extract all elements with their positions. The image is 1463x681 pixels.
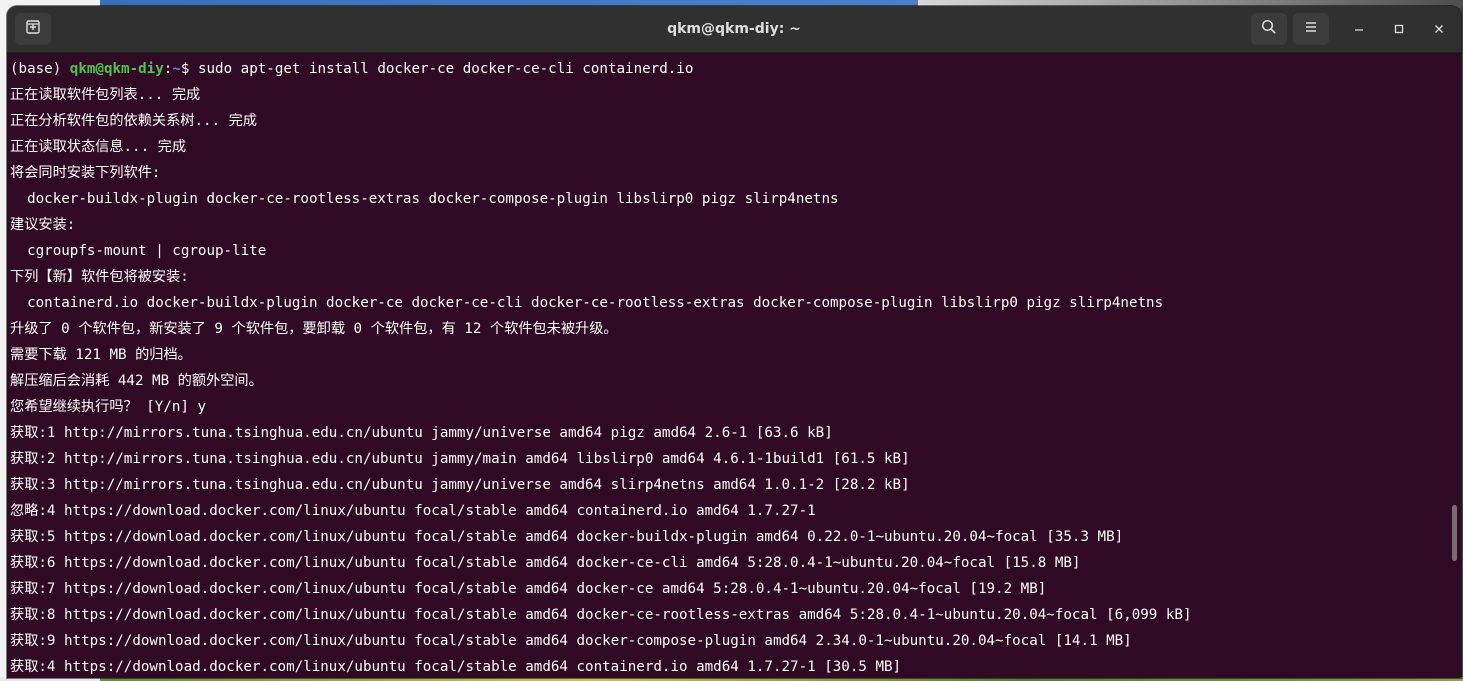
output-line: containerd.io docker-buildx-plugin docke… [10, 295, 1164, 311]
maximize-icon [1393, 20, 1405, 39]
output-line: 获取:9 https://download.docker.com/linux/u… [10, 633, 1132, 649]
output-line: 正在分析软件包的依赖关系树... 完成 [10, 113, 257, 129]
scrollbar-thumb[interactable] [1452, 505, 1457, 561]
search-button[interactable] [1251, 13, 1287, 45]
output-line: 获取:6 https://download.docker.com/linux/u… [10, 555, 1081, 571]
output-line: 建议安装: [10, 217, 76, 233]
search-icon [1261, 19, 1277, 39]
maximize-button[interactable] [1388, 18, 1410, 40]
output-line: docker-buildx-plugin docker-ce-rootless-… [10, 191, 839, 207]
minimize-icon [1353, 20, 1365, 39]
output-line: 解压缩后会消耗 442 MB 的额外空间。 [10, 373, 263, 389]
output-line: 获取:4 https://download.docker.com/linux/u… [10, 659, 902, 675]
close-button[interactable] [1428, 18, 1450, 40]
output-line: 获取:3 http://mirrors.tuna.tsinghua.edu.cn… [10, 477, 910, 493]
conda-env: (base) [10, 61, 70, 77]
output-line: 获取:5 https://download.docker.com/linux/u… [10, 529, 1124, 545]
hamburger-menu-icon [1303, 19, 1319, 39]
prompt-user-host: qkm@qkm-diy [69, 61, 164, 77]
output-line: 将会同时安装下列软件: [10, 165, 161, 181]
output-line: 获取:8 https://download.docker.com/linux/u… [10, 607, 1192, 623]
output-line: 您希望继续执行吗？ [Y/n] y [10, 399, 207, 415]
prompt-symbol: $ [180, 61, 198, 77]
output-line: cgroupfs-mount | cgroup-lite [10, 243, 267, 259]
window-title: qkm@qkm-diy: ~ [667, 21, 801, 37]
output-line: 忽略:4 https://download.docker.com/linux/u… [10, 503, 816, 519]
output-line: 正在读取状态信息... 完成 [10, 139, 187, 155]
minimize-button[interactable] [1348, 18, 1370, 40]
output-line: 获取:7 https://download.docker.com/linux/u… [10, 581, 1047, 597]
command-line: (base) qkm@qkm-diy:~$ sudo apt-get insta… [10, 59, 1461, 85]
output-line: 升级了 0 个软件包，新安装了 9 个软件包，要卸载 0 个软件包，有 12 个… [10, 321, 618, 337]
title-bar[interactable]: qkm@qkm-diy: ~ [7, 6, 1461, 53]
menu-button[interactable] [1293, 13, 1329, 45]
output-line: 正在读取软件包列表... 完成 [10, 87, 201, 103]
output-line: 需要下载 121 MB 的归档。 [10, 347, 192, 363]
command-text: sudo apt-get install docker-ce docker-ce… [197, 61, 694, 77]
output-line: 获取:2 http://mirrors.tuna.tsinghua.edu.cn… [10, 451, 910, 467]
output-line: 获取:1 http://mirrors.tuna.tsinghua.edu.cn… [10, 425, 833, 441]
terminal-window[interactable]: qkm@qkm-diy: ~ (base) qkm@qkm-diy:~$ sud… [7, 6, 1461, 678]
close-icon [1433, 20, 1445, 39]
prompt-path: ~ [172, 61, 181, 77]
output-lines: 正在读取软件包列表... 完成 正在分析软件包的依赖关系树... 完成 正在读取… [10, 85, 1461, 678]
output-line: 下列【新】软件包将被安装: [10, 269, 189, 285]
terminal-output[interactable]: (base) qkm@qkm-diy:~$ sudo apt-get insta… [7, 53, 1461, 678]
